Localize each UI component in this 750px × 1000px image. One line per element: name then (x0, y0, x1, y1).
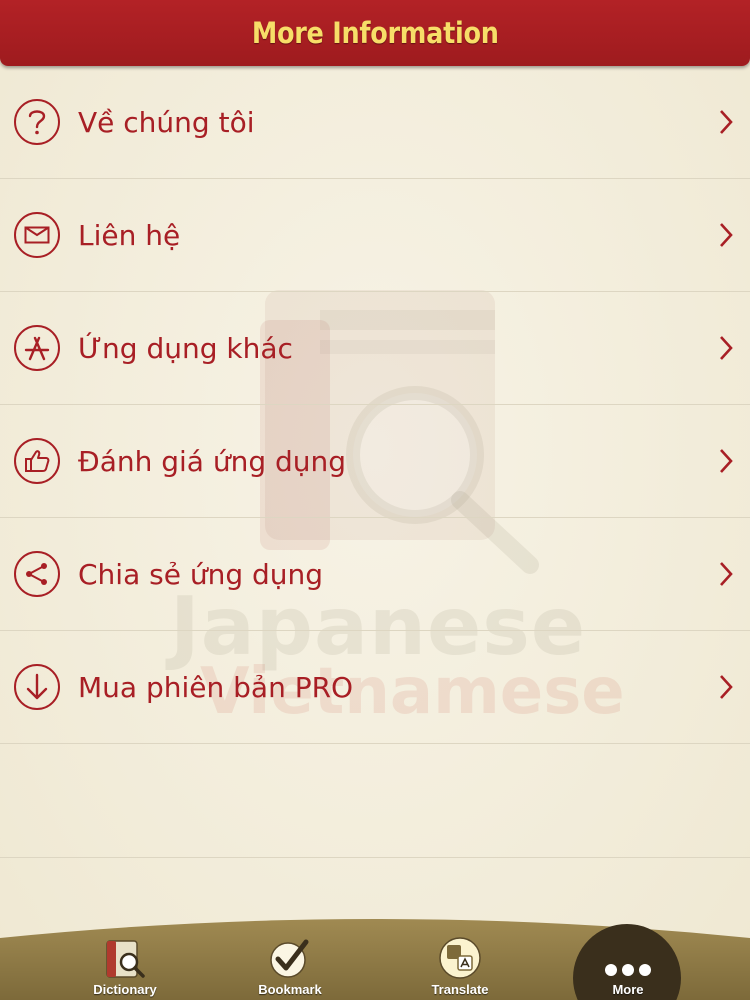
menu-item-about[interactable]: Về chúng tôi (0, 66, 750, 179)
tab-label: More (612, 982, 644, 997)
chevron-right-icon (720, 110, 733, 134)
more-menu-list: Về chúng tôi Liên hệ Ứng dụng khác Đánh … (0, 66, 750, 858)
chevron-right-icon (720, 562, 733, 586)
menu-item-label: Đánh giá ứng dụng (78, 444, 347, 478)
menu-item-share-app[interactable]: Chia sẻ ứng dụng (0, 518, 750, 631)
header-bar: More Information (0, 0, 750, 66)
more-dots-icon (605, 964, 651, 976)
tab-label: Translate (431, 982, 489, 997)
tab-bookmark[interactable]: Bookmark (205, 908, 375, 1000)
mail-icon (14, 212, 60, 258)
menu-item-contact[interactable]: Liên hệ (0, 179, 750, 292)
tab-translate[interactable]: Translate (375, 908, 545, 1000)
menu-item-label: Ứng dụng khác (78, 331, 293, 365)
share-icon (14, 551, 60, 597)
chevron-right-icon (720, 223, 733, 247)
menu-item-rate-app[interactable]: Đánh giá ứng dụng (0, 405, 750, 518)
chevron-right-icon (720, 336, 733, 360)
bottom-tab-bar: Dictionary Bookmark Translate More (0, 908, 750, 1000)
checkmark-icon (270, 939, 309, 978)
tab-dictionary[interactable]: Dictionary (40, 908, 210, 1000)
chevron-right-icon (720, 675, 733, 699)
dictionary-book-icon (106, 940, 145, 978)
tab-label: Dictionary (93, 982, 157, 997)
download-icon (14, 664, 60, 710)
page-title: More Information (251, 16, 499, 50)
question-icon (14, 99, 60, 145)
thumbs-up-icon (14, 438, 60, 484)
menu-item-label: Liên hệ (78, 218, 181, 252)
app-store-icon (14, 325, 60, 371)
menu-item-label: Về chúng tôi (78, 105, 255, 139)
menu-item-buy-pro[interactable]: Mua phiên bản PRO (0, 631, 750, 744)
menu-item-label: Chia sẻ ứng dụng (78, 557, 324, 591)
tab-label: Bookmark (258, 982, 322, 997)
translate-icon (439, 937, 481, 979)
tab-more[interactable]: More (543, 908, 713, 1000)
menu-item-label: Mua phiên bản PRO (78, 670, 354, 704)
empty-row (0, 744, 750, 858)
chevron-right-icon (720, 449, 733, 473)
menu-item-other-apps[interactable]: Ứng dụng khác (0, 292, 750, 405)
